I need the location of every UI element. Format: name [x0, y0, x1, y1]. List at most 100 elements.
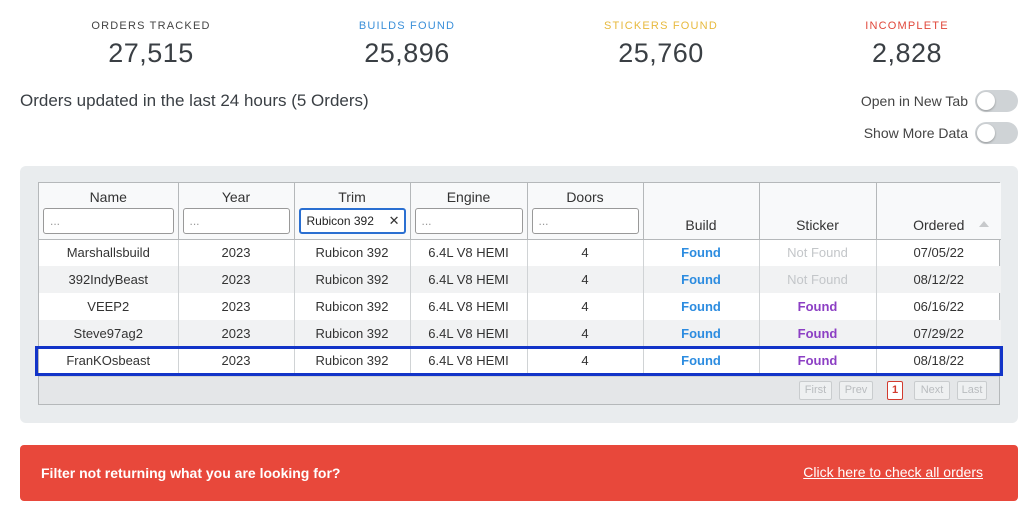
cell-engine: 6.4L V8 HEMI: [410, 293, 528, 320]
cell-doors: 4: [527, 266, 644, 293]
cell-year: 2023: [178, 320, 295, 347]
cell-name: Marshallsbuild: [39, 239, 179, 266]
column-trim[interactable]: Trim ✕: [294, 183, 411, 240]
stat-stickers-found: STICKERS FOUND 25,760: [541, 20, 781, 69]
cell-year: 2023: [178, 239, 295, 266]
cell-build-link[interactable]: Found: [643, 347, 760, 374]
toggle-knob: [977, 124, 995, 142]
column-sticker[interactable]: Sticker: [759, 183, 877, 240]
show-more-data-setting: Show More Data: [864, 122, 1018, 144]
stat-value: 27,515: [108, 38, 194, 68]
cell-engine: 6.4L V8 HEMI: [410, 347, 528, 374]
cell-build-link[interactable]: Found: [643, 293, 760, 320]
column-engine[interactable]: Engine: [410, 183, 528, 240]
cell-name: FranKOsbeast: [39, 347, 179, 374]
name-filter-input[interactable]: [43, 208, 174, 234]
cell-engine: 6.4L V8 HEMI: [410, 239, 528, 266]
table-row[interactable]: VEEP2 2023 Rubicon 392 6.4L V8 HEMI 4 Fo…: [39, 293, 1001, 320]
cell-doors: 4: [527, 293, 644, 320]
stat-label: BUILDS FOUND: [358, 20, 456, 32]
column-doors[interactable]: Doors: [527, 183, 644, 240]
column-title: Trim: [338, 189, 366, 205]
show-more-data-label: Show More Data: [863, 125, 968, 141]
table-row[interactable]: FranKOsbeast 2023 Rubicon 392 6.4L V8 HE…: [39, 347, 1001, 374]
cell-doors: 4: [527, 347, 644, 374]
orders-grid: Name Year Trim ✕ Engine: [35, 182, 1003, 405]
cell-name: Steve97ag2: [39, 320, 179, 347]
cell-engine: 6.4L V8 HEMI: [410, 320, 528, 347]
first-page-button[interactable]: First: [799, 381, 832, 400]
cell-trim: Rubicon 392: [294, 239, 411, 266]
stat-value: 2,828: [871, 38, 943, 68]
stat-value: 25,896: [364, 38, 450, 68]
last-page-button[interactable]: Last: [957, 381, 987, 400]
cell-doors: 4: [527, 320, 644, 347]
cell-build-link[interactable]: Found: [643, 320, 760, 347]
cell-sticker: Not Found: [759, 239, 877, 266]
header-row: Name Year Trim ✕ Engine: [39, 183, 1001, 240]
cell-trim: Rubicon 392: [294, 320, 411, 347]
cell-ordered: 08/18/22: [913, 353, 965, 368]
orders-title: Orders updated in the last 24 hours (5 O…: [20, 91, 369, 110]
stats-bar: ORDERS TRACKED 27,515 BUILDS FOUND 25,89…: [0, 0, 1024, 80]
table-row[interactable]: Marshallsbuild 2023 Rubicon 392 6.4L V8 …: [39, 239, 1001, 266]
column-name[interactable]: Name: [39, 183, 179, 240]
year-filter-input[interactable]: [182, 208, 290, 234]
stat-label: STICKERS FOUND: [604, 20, 718, 32]
banner-message: Filter not returning what you are lookin…: [41, 465, 341, 481]
check-all-orders-link[interactable]: Click here to check all orders: [803, 464, 983, 480]
cell-doors: 4: [527, 239, 644, 266]
column-ordered[interactable]: Ordered: [876, 183, 1001, 240]
open-in-new-tab-label: Open in New Tab: [860, 93, 968, 109]
stat-value: 25,760: [618, 38, 704, 68]
next-page-button[interactable]: Next: [914, 381, 950, 400]
stat-label: ORDERS TRACKED: [91, 20, 211, 32]
toggle-knob: [977, 92, 995, 110]
orders-table: Name Year Trim ✕ Engine: [39, 183, 1001, 374]
stat-builds-found: BUILDS FOUND 25,896: [287, 20, 527, 69]
column-title: Engine: [446, 189, 491, 205]
open-in-new-tab-toggle[interactable]: [975, 90, 1018, 112]
cell-trim: Rubicon 392: [294, 266, 411, 293]
cell-sticker-link[interactable]: Found: [759, 293, 877, 320]
column-title: Name: [89, 189, 127, 205]
cell-name: 392IndyBeast: [39, 266, 179, 293]
column-title: Year: [221, 189, 251, 205]
cell-year: 2023: [178, 347, 295, 374]
cell-sticker: Not Found: [759, 266, 877, 293]
column-title: Build: [685, 217, 717, 233]
cell-build-link[interactable]: Found: [643, 266, 760, 293]
column-year[interactable]: Year: [178, 183, 295, 240]
cell-ordered: 06/16/22: [913, 299, 965, 314]
open-in-new-tab-setting: Open in New Tab: [861, 90, 1018, 112]
stat-incomplete: INCOMPLETE 2,828: [787, 20, 1024, 69]
cell-year: 2023: [178, 293, 295, 320]
cell-year: 2023: [178, 266, 295, 293]
stat-label: INCOMPLETE: [865, 20, 949, 32]
filter-help-banner: Filter not returning what you are lookin…: [20, 445, 1018, 501]
pagination: First Prev 1 Next Last: [39, 376, 999, 404]
cell-name: VEEP2: [39, 293, 179, 320]
column-title: Doors: [566, 189, 604, 205]
cell-sticker-link[interactable]: Found: [759, 320, 877, 347]
cell-trim: Rubicon 392: [294, 293, 411, 320]
orders-panel: Name Year Trim ✕ Engine: [20, 166, 1018, 423]
show-more-data-toggle[interactable]: [975, 122, 1018, 144]
cell-engine: 6.4L V8 HEMI: [410, 266, 528, 293]
engine-filter-input[interactable]: [414, 208, 523, 234]
column-build[interactable]: Build: [643, 183, 760, 240]
cell-ordered: 08/12/22: [876, 266, 1001, 293]
sort-ascending-icon[interactable]: [979, 221, 989, 227]
doors-filter-input[interactable]: [531, 208, 639, 234]
cell-build-link[interactable]: Found: [643, 239, 760, 266]
clear-filter-icon[interactable]: ✕: [389, 213, 400, 229]
table-row[interactable]: 392IndyBeast 2023 Rubicon 392 6.4L V8 HE…: [39, 266, 1001, 293]
table-row[interactable]: Steve97ag2 2023 Rubicon 392 6.4L V8 HEMI…: [39, 320, 1001, 347]
cell-trim: Rubicon 392: [294, 347, 411, 374]
stat-orders-tracked: ORDERS TRACKED 27,515: [31, 20, 271, 69]
column-title: Sticker: [796, 217, 839, 233]
cell-ordered: 07/05/22: [913, 245, 965, 261]
page-number-button[interactable]: 1: [887, 381, 903, 400]
cell-sticker-link[interactable]: Found: [759, 347, 877, 374]
prev-page-button[interactable]: Prev: [839, 381, 873, 400]
